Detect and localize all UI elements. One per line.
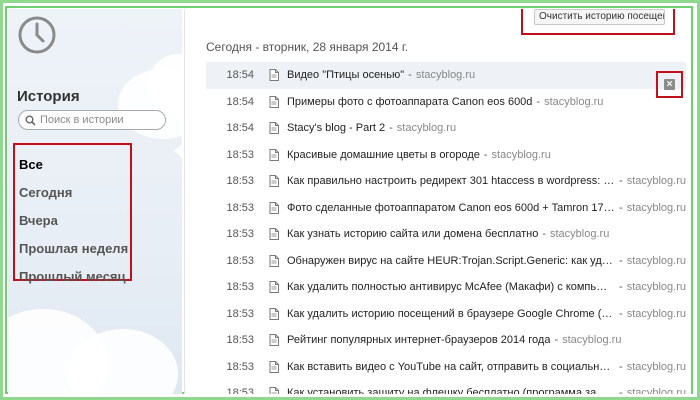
search-icon — [25, 115, 36, 126]
visit-time: 18:53 — [226, 334, 254, 347]
search-input[interactable] — [40, 114, 164, 126]
visit-time: 18:54 — [226, 122, 254, 135]
nav-item-today[interactable]: Сегодня — [19, 185, 72, 200]
visit-domain: stacyblog.ru — [626, 307, 686, 320]
page-icon — [269, 95, 279, 108]
visit-domain: stacyblog.ru — [396, 122, 457, 135]
visit-title-link[interactable]: Примеры фото с фотоаппарата Canon eos 60… — [287, 96, 532, 108]
page-icon — [269, 334, 279, 347]
separator: - — [389, 122, 393, 135]
separator: - — [542, 228, 546, 241]
page-icon — [269, 281, 279, 294]
history-row[interactable]: 18:53 Рейтинг популярных интернет-браузер… — [206, 327, 686, 354]
separator: - — [619, 360, 623, 373]
separator: - — [619, 201, 623, 214]
visit-domain: stacyblog.ru — [550, 228, 610, 241]
search-field[interactable] — [18, 110, 166, 130]
page-title: История — [17, 88, 80, 105]
history-row[interactable]: 18:53 Как удалить полностью антивирус McA… — [206, 274, 686, 301]
visit-time: 18:53 — [226, 201, 254, 214]
clock-icon — [18, 16, 56, 54]
separator: - — [619, 281, 623, 294]
page-icon — [269, 148, 279, 161]
visit-time: 18:53 — [226, 360, 254, 373]
visit-title-link[interactable]: Как узнать историю сайта или домена бесп… — [287, 228, 538, 240]
history-row[interactable]: 18:54 Примеры фото с фотоаппарата Canon e… — [206, 89, 686, 116]
history-list: 18:54 Видео "Птицы осенью" - stacyblog.ru 18… — [206, 62, 686, 394]
separator: - — [536, 95, 541, 108]
history-main-panel: Очистить историю посещений... Сегодня - … — [184, 9, 691, 394]
history-row[interactable]: 18:53 Как установить защиту на флешку бес… — [206, 380, 686, 394]
visit-domain: stacyblog.ru — [626, 201, 686, 214]
separator: - — [619, 387, 623, 394]
page-icon — [269, 228, 279, 241]
visit-time: 18:53 — [226, 148, 254, 161]
visit-title-link[interactable]: Красивые домашние цветы в огороде — [287, 149, 480, 161]
separator: - — [483, 148, 488, 161]
history-row[interactable]: 18:54 Stacy's blog - Part 2- stacyblog.ru — [206, 115, 686, 142]
separator: - — [619, 175, 623, 188]
history-row[interactable]: 18:53 Красивые домашние цветы в огороде - s… — [206, 142, 686, 169]
history-row[interactable]: 18:53 Как удалить историю посещений в бра… — [206, 301, 686, 328]
history-row[interactable]: 18:54 Видео "Птицы осенью" - stacyblog.ru — [206, 62, 686, 89]
visit-domain: stacyblog.ru — [544, 95, 604, 108]
history-row[interactable]: 18:53 Обнаружен вирус на сайте HEUR:Troja… — [206, 248, 686, 275]
visit-title-link[interactable]: Как установить защиту на флешку бесплатн… — [287, 387, 615, 394]
visit-time: 18:53 — [226, 281, 254, 294]
date-heading: Сегодня - вторник, 28 января 2014 г. — [206, 40, 409, 54]
nav-item-all[interactable]: Все — [19, 157, 43, 172]
sidebar-pointer — [174, 144, 182, 158]
divider — [184, 9, 185, 394]
remove-item-highlight: × — [656, 71, 683, 98]
visit-domain: stacyblog.ru — [626, 281, 686, 294]
history-filter-nav: Все Сегодня Вчера Прошлая неделя Прошлый… — [13, 143, 132, 284]
visit-time: 18:53 — [226, 228, 254, 241]
visit-title-link[interactable]: Stacy's blog - Part 2 — [287, 122, 385, 134]
page-icon — [269, 387, 279, 394]
visit-domain: stacyblog.ru — [562, 334, 622, 347]
visit-time: 18:53 — [226, 307, 254, 320]
separator: - — [619, 254, 623, 267]
visit-title-link[interactable]: Как удалить полностью антивирус McAfee (… — [287, 281, 615, 293]
close-icon[interactable]: × — [664, 79, 675, 90]
history-row[interactable]: 18:53 Как вставить видео с YouTube на сай… — [206, 354, 686, 381]
page-icon — [269, 201, 279, 214]
separator: - — [554, 334, 559, 347]
visit-domain: stacyblog.ru — [415, 69, 476, 82]
visit-time: 18:54 — [226, 95, 254, 108]
visit-time: 18:53 — [226, 175, 254, 188]
nav-item-last-month[interactable]: Прошлый месяц — [19, 269, 126, 284]
nav-item-last-week[interactable]: Прошлая неделя — [19, 241, 128, 256]
nav-item-yesterday[interactable]: Вчера — [19, 213, 58, 228]
page-icon — [269, 122, 279, 135]
visit-time: 18:54 — [226, 69, 254, 82]
history-row[interactable]: 18:53 Как узнать историю сайта или домена… — [206, 221, 686, 248]
visit-title-link[interactable]: Обнаружен вирус на сайте HEUR:Trojan.Scr… — [287, 255, 615, 267]
page-icon — [269, 307, 279, 320]
page-icon — [269, 69, 279, 82]
separator: - — [408, 69, 412, 82]
visit-domain: stacyblog.ru — [626, 360, 686, 373]
history-row[interactable]: 18:53 Как правильно настроить редирект 30… — [206, 168, 686, 195]
clear-history-button[interactable]: Очистить историю посещений... — [534, 9, 665, 25]
clear-history-highlight: Очистить историю посещений... — [521, 9, 675, 35]
visit-title-link[interactable]: Как правильно настроить редирект 301 hta… — [287, 175, 615, 187]
visit-domain: stacyblog.ru — [626, 175, 686, 188]
visit-title-link[interactable]: Фото сделанные фотоаппаратом Canon eos 6… — [287, 202, 615, 214]
visit-domain: stacyblog.ru — [626, 254, 686, 267]
sidebar: История Все Сегодня Вчера Прошлая неделя… — [8, 9, 182, 394]
visit-title-link[interactable]: Видео "Птицы осенью" — [287, 69, 404, 81]
page-icon — [269, 175, 279, 188]
history-row[interactable]: 18:53 Фото сделанные фотоаппаратом Canon … — [206, 195, 686, 222]
visit-time: 18:53 — [226, 254, 254, 267]
visit-time: 18:53 — [226, 387, 254, 394]
separator: - — [619, 307, 623, 320]
visit-domain: stacyblog.ru — [491, 148, 551, 161]
page-icon — [269, 360, 279, 373]
visit-title-link[interactable]: Рейтинг популярных интернет-браузеров 20… — [287, 334, 550, 346]
visit-domain: stacyblog.ru — [626, 387, 686, 394]
visit-title-link[interactable]: Как вставить видео с YouTube на сайт, от… — [287, 361, 615, 373]
page-icon — [269, 254, 279, 267]
visit-title-link[interactable]: Как удалить историю посещений в браузере… — [287, 308, 615, 320]
